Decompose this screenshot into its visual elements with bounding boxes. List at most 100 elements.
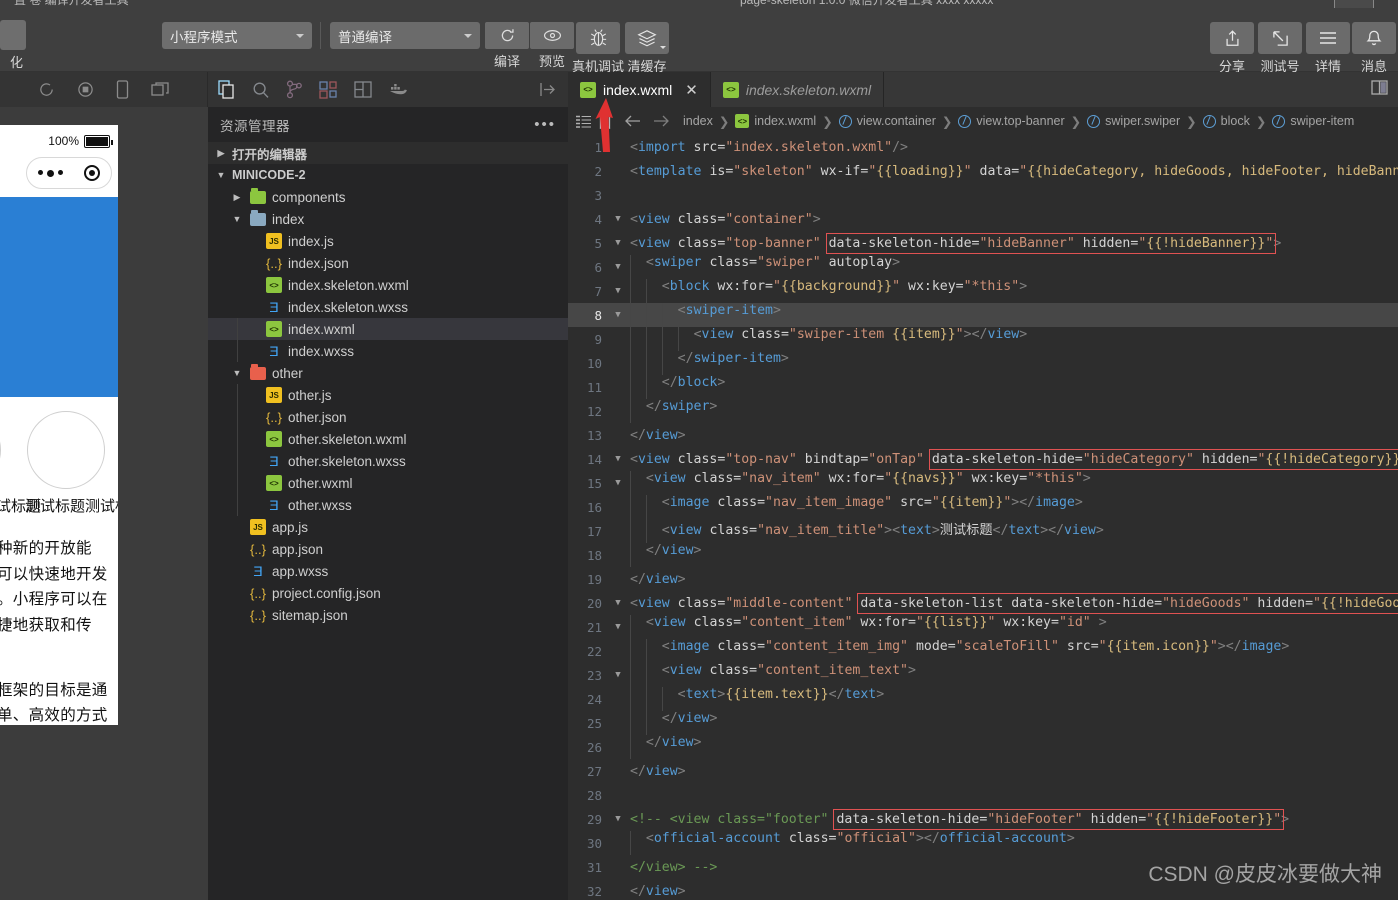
- section-open-editors[interactable]: ▶ 打开的编辑器: [208, 142, 568, 164]
- tab-index-wxml[interactable]: <> index.wxml ✕: [568, 72, 711, 107]
- mobile-icon[interactable]: [116, 80, 129, 99]
- fold-chevron-icon[interactable]: ▼: [610, 447, 626, 471]
- code-line[interactable]: 16 <image class="nav_item_image" src="{{i…: [568, 495, 1398, 519]
- breadcrumb-item-view-container[interactable]: view.container: [838, 114, 936, 128]
- collapse-panel-icon[interactable]: [539, 82, 556, 97]
- code-line[interactable]: 25 </view>: [568, 711, 1398, 735]
- breadcrumb-item-index[interactable]: index: [683, 114, 713, 128]
- tree-file[interactable]: <> index.wxml: [208, 318, 568, 340]
- code-line[interactable]: 28: [568, 783, 1398, 807]
- compile-button[interactable]: [485, 22, 529, 49]
- details-button[interactable]: [1306, 22, 1350, 54]
- code-line[interactable]: 29 ▼ <!-- <view class="footer" data-skelet…: [568, 807, 1398, 831]
- fold-chevron-icon[interactable]: ▼: [610, 255, 626, 279]
- breadcrumb-item-file[interactable]: <> index.wxml: [735, 114, 816, 128]
- code-line[interactable]: 4 ▼ <view class="container">: [568, 207, 1398, 231]
- outline-list-icon[interactable]: [576, 115, 591, 128]
- mode-select[interactable]: 小程序模式: [162, 22, 312, 49]
- code-line[interactable]: 3: [568, 183, 1398, 207]
- code-line[interactable]: 15 ▼ <view class="nav_item" wx:for="{{navs…: [568, 471, 1398, 495]
- ellipsis-icon[interactable]: •••: [534, 116, 556, 133]
- code-line[interactable]: 26 </view>: [568, 735, 1398, 759]
- code-line[interactable]: 24 <text>{{item.text}}</text>: [568, 687, 1398, 711]
- fold-chevron-icon[interactable]: ▼: [610, 279, 626, 303]
- tree-file[interactable]: Ǝapp.wxss: [208, 560, 568, 582]
- tree-file[interactable]: Ǝindex.wxss: [208, 340, 568, 362]
- code-line[interactable]: 21 ▼ <view class="content_item" wx:for="{{…: [568, 615, 1398, 639]
- share-button[interactable]: [1210, 22, 1254, 54]
- bookmark-icon[interactable]: [599, 113, 611, 129]
- code-line[interactable]: 17 <view class="nav_item_title"><text>测试标…: [568, 519, 1398, 543]
- code-line[interactable]: 18 </view>: [568, 543, 1398, 567]
- arrow-left-icon[interactable]: [625, 115, 641, 127]
- tree-folder[interactable]: ▶ components: [208, 186, 568, 208]
- code-line[interactable]: 27 </view>: [568, 759, 1398, 783]
- fold-chevron-icon[interactable]: ▼: [610, 591, 626, 615]
- extensions-icon[interactable]: [319, 80, 338, 99]
- tree-file[interactable]: <> other.skeleton.wxml: [208, 428, 568, 450]
- tree-folder[interactable]: ▼ other: [208, 362, 568, 384]
- refresh-circle-icon[interactable]: [38, 81, 55, 98]
- fold-chevron-icon[interactable]: ▼: [610, 471, 626, 495]
- tree-file[interactable]: Ǝother.skeleton.wxss: [208, 450, 568, 472]
- code-line[interactable]: 22 <image class="content_item_img" mode="…: [568, 639, 1398, 663]
- tree-file[interactable]: Ǝindex.skeleton.wxss: [208, 296, 568, 318]
- tree-file[interactable]: <> index.skeleton.wxml: [208, 274, 568, 296]
- window-icon[interactable]: [150, 81, 170, 98]
- docker-icon[interactable]: [388, 83, 407, 97]
- record-icon[interactable]: [77, 81, 94, 98]
- code-line[interactable]: 2 <template is="skeleton" wx-if="{{loadin…: [568, 159, 1398, 183]
- tree-file[interactable]: Ǝother.wxss: [208, 494, 568, 516]
- tree-file[interactable]: {..} other.json: [208, 406, 568, 428]
- tree-file[interactable]: {..} app.json: [208, 538, 568, 560]
- search-icon[interactable]: [252, 81, 270, 99]
- code-line[interactable]: 5 ▼ <view class="top-banner" data-skeleton…: [568, 231, 1398, 255]
- code-line[interactable]: 7 ▼ <block wx:for="{{background}}" wx:key=…: [568, 279, 1398, 303]
- breadcrumb-item-swiper[interactable]: swiper.swiper: [1087, 114, 1180, 128]
- tree-file[interactable]: JS other.js: [208, 384, 568, 406]
- wechat-capsule-button[interactable]: [26, 157, 112, 189]
- source-control-icon[interactable]: [286, 80, 303, 99]
- nav-item[interactable]: 测试标题测试标题: [25, 411, 118, 516]
- code-line[interactable]: 20 ▼ <view class="middle-content" data-ske…: [568, 591, 1398, 615]
- layout-icon[interactable]: [354, 81, 372, 98]
- breadcrumb-item-view-top-banner[interactable]: view.top-banner: [958, 114, 1065, 128]
- clear-cache-button[interactable]: [625, 22, 669, 54]
- code-line[interactable]: 11 </block>: [568, 375, 1398, 399]
- remote-debug-button[interactable]: [576, 22, 620, 54]
- tree-file[interactable]: {..} project.config.json: [208, 582, 568, 604]
- section-project-root[interactable]: ▼ MINICODE-2: [208, 164, 568, 186]
- tree-file[interactable]: {..} sitemap.json: [208, 604, 568, 626]
- tab-index-skeleton-wxml[interactable]: <> index.skeleton.wxml: [710, 72, 885, 107]
- fold-chevron-icon[interactable]: ▼: [610, 303, 626, 327]
- code-line[interactable]: 9 <view class="swiper-item {{item}}"></vi…: [568, 327, 1398, 351]
- code-line[interactable]: 23 ▼ <view class="content_item_text">: [568, 663, 1398, 687]
- arrow-right-icon[interactable]: [653, 115, 669, 127]
- tree-file[interactable]: <> other.wxml: [208, 472, 568, 494]
- code-line[interactable]: 12 </swiper>: [568, 399, 1398, 423]
- code-line[interactable]: 30 <official-account class="official"></o…: [568, 831, 1398, 855]
- files-icon[interactable]: [218, 80, 236, 99]
- tree-file[interactable]: JS app.js: [208, 516, 568, 538]
- messages-button[interactable]: [1352, 22, 1396, 54]
- fold-chevron-icon[interactable]: ▼: [610, 807, 626, 831]
- fold-chevron-icon[interactable]: ▼: [610, 663, 626, 687]
- code-line[interactable]: 13 </view>: [568, 423, 1398, 447]
- test-account-button[interactable]: [1258, 22, 1302, 54]
- code-line[interactable]: 1 <import src="index.skeleton.wxml"/>: [568, 135, 1398, 159]
- compile-select[interactable]: 普通编译: [330, 22, 480, 49]
- breadcrumb-item-swiper-item[interactable]: swiper-item: [1272, 114, 1354, 128]
- fold-chevron-icon[interactable]: ▼: [610, 231, 626, 255]
- tree-file[interactable]: {..} index.json: [208, 252, 568, 274]
- nav-item[interactable]: 测试标题测试标题: [0, 411, 41, 516]
- preview-button[interactable]: [530, 22, 574, 49]
- close-icon[interactable]: ✕: [685, 81, 698, 99]
- tree-folder[interactable]: ▼ index: [208, 208, 568, 230]
- fold-chevron-icon[interactable]: ▼: [610, 207, 626, 231]
- code-line[interactable]: 10 </swiper-item>: [568, 351, 1398, 375]
- banner-swiper[interactable]: [0, 197, 118, 397]
- code-line[interactable]: 14 ▼ <view class="top-nav" bindtap="onTap"…: [568, 447, 1398, 471]
- fold-chevron-icon[interactable]: ▼: [610, 615, 626, 639]
- code-line[interactable]: 6 ▼ <swiper class="swiper" autoplay>: [568, 255, 1398, 279]
- code-line[interactable]: 8 ▼ <swiper-item>: [568, 303, 1398, 327]
